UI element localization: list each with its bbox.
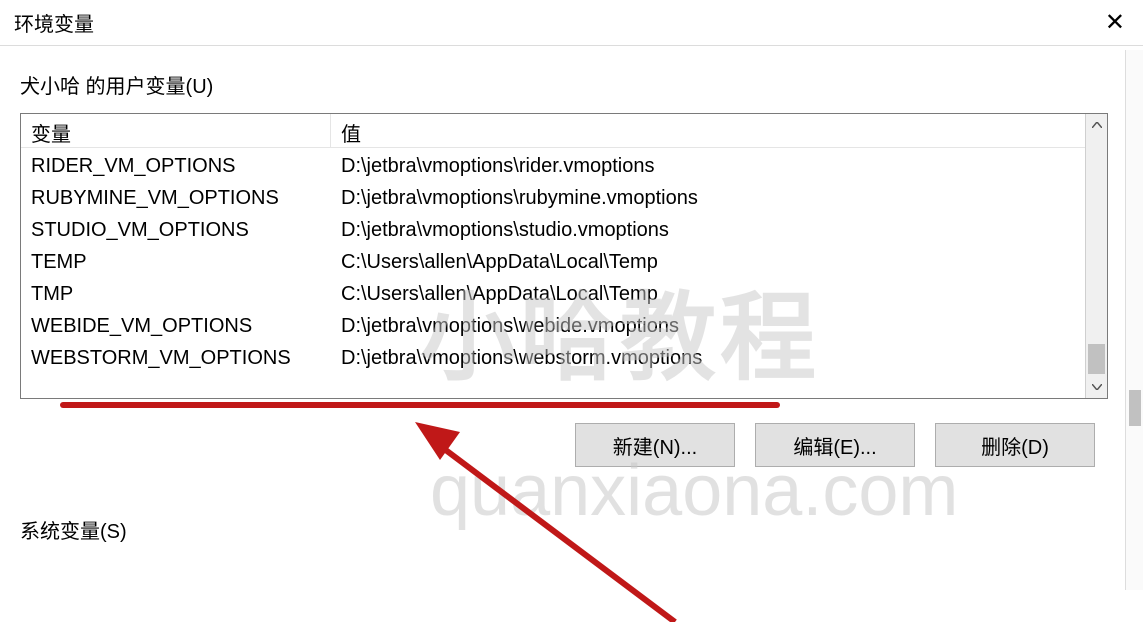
titlebar: 环境变量 ✕ [0, 0, 1143, 45]
cell-variable: TEMP [21, 247, 331, 278]
table-row[interactable]: TEMP C:\Users\allen\AppData\Local\Temp [21, 246, 1085, 278]
table-header: 变量 值 [21, 114, 1085, 148]
cell-variable: STUDIO_VM_OPTIONS [21, 215, 331, 246]
cell-value: C:\Users\allen\AppData\Local\Temp [331, 247, 1085, 278]
user-vars-table: 变量 值 RIDER_VM_OPTIONS D:\jetbra\vmoption… [20, 113, 1108, 399]
cell-value: D:\jetbra\vmoptions\rider.vmoptions [331, 151, 1085, 182]
annotation-underline [60, 402, 780, 408]
system-vars-label: 系统变量(S) [20, 515, 1123, 544]
table-row[interactable]: WEBIDE_VM_OPTIONS D:\jetbra\vmoptions\we… [21, 310, 1085, 342]
scroll-down-icon[interactable] [1086, 376, 1107, 398]
cell-value: D:\jetbra\vmoptions\webide.vmoptions [331, 311, 1085, 342]
right-edge-thumb [1129, 390, 1141, 426]
scroll-thumb[interactable] [1088, 344, 1105, 374]
table-row[interactable]: RIDER_VM_OPTIONS D:\jetbra\vmoptions\rid… [21, 150, 1085, 182]
cell-variable: RIDER_VM_OPTIONS [21, 151, 331, 182]
column-header-value[interactable]: 值 [331, 114, 1085, 147]
cell-value: D:\jetbra\vmoptions\studio.vmoptions [331, 215, 1085, 246]
scroll-up-icon[interactable] [1086, 114, 1107, 136]
edit-button[interactable]: 编辑(E)... [755, 423, 915, 467]
new-button[interactable]: 新建(N)... [575, 423, 735, 467]
scroll-track[interactable] [1086, 136, 1107, 344]
cell-value: C:\Users\allen\AppData\Local\Temp [331, 279, 1085, 310]
table-rows: RIDER_VM_OPTIONS D:\jetbra\vmoptions\rid… [21, 148, 1085, 376]
scrollbar[interactable] [1085, 114, 1107, 398]
user-vars-label: 犬小哈 的用户变量(U) [20, 70, 1123, 99]
window-right-edge [1125, 50, 1143, 590]
cell-variable: WEBSTORM_VM_OPTIONS [21, 343, 331, 374]
table-row[interactable]: TMP C:\Users\allen\AppData\Local\Temp [21, 278, 1085, 310]
table-content: 变量 值 RIDER_VM_OPTIONS D:\jetbra\vmoption… [21, 114, 1085, 398]
table-row[interactable]: WEBSTORM_VM_OPTIONS D:\jetbra\vmoptions\… [21, 342, 1085, 374]
cell-value: D:\jetbra\vmoptions\rubymine.vmoptions [331, 183, 1085, 214]
window-title: 环境变量 [14, 8, 94, 37]
dialog-body: 犬小哈 的用户变量(U) 变量 值 RIDER_VM_OPTIONS D:\je… [0, 45, 1143, 544]
cell-variable: RUBYMINE_VM_OPTIONS [21, 183, 331, 214]
cell-variable: WEBIDE_VM_OPTIONS [21, 311, 331, 342]
column-header-variable[interactable]: 变量 [21, 114, 331, 147]
table-row[interactable]: RUBYMINE_VM_OPTIONS D:\jetbra\vmoptions\… [21, 182, 1085, 214]
close-icon[interactable]: ✕ [1101, 8, 1129, 37]
delete-button[interactable]: 删除(D) [935, 423, 1095, 467]
cell-value: D:\jetbra\vmoptions\webstorm.vmoptions [331, 343, 1085, 374]
button-row: 新建(N)... 编辑(E)... 删除(D) [20, 423, 1123, 467]
cell-variable: TMP [21, 279, 331, 310]
table-row[interactable]: STUDIO_VM_OPTIONS D:\jetbra\vmoptions\st… [21, 214, 1085, 246]
